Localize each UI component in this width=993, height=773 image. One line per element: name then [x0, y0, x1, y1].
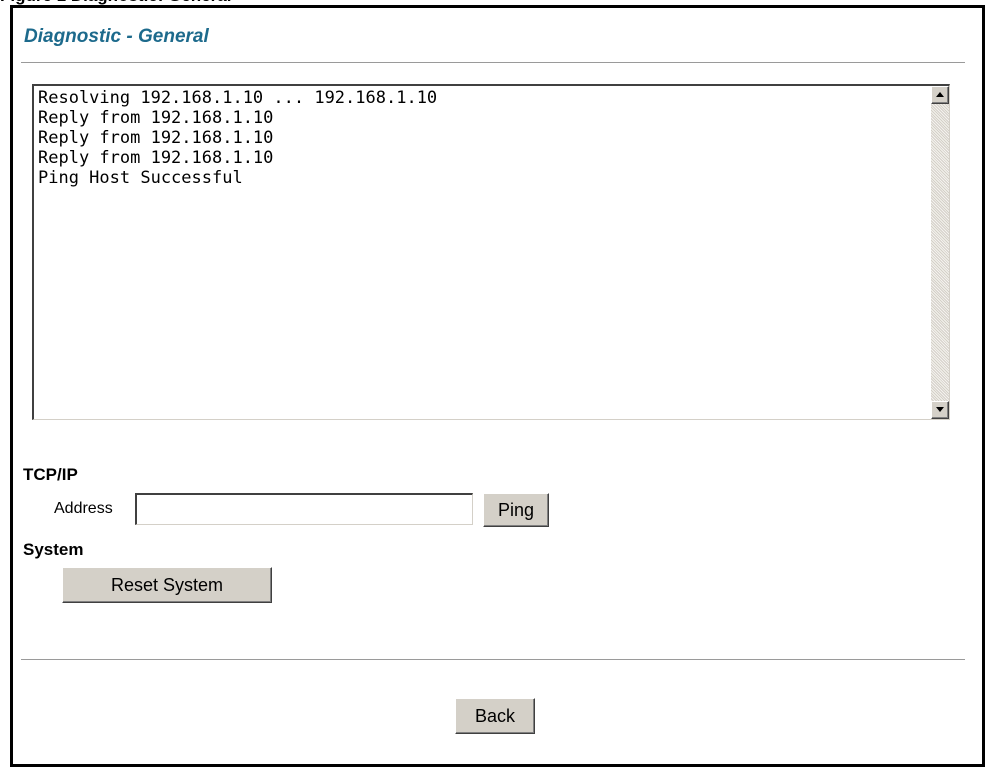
page-title: Diagnostic - General: [24, 26, 209, 47]
reset-system-button[interactable]: Reset System: [62, 567, 272, 603]
top-divider: [21, 62, 965, 64]
bottom-divider: [21, 659, 965, 661]
scroll-down-button[interactable]: [931, 401, 949, 419]
diagnostic-log-text: Resolving 192.168.1.10 ... 192.168.1.10 R…: [38, 88, 927, 417]
log-line: Reply from 192.168.1.10: [38, 148, 274, 168]
log-scrollbar[interactable]: [931, 86, 949, 419]
ping-button[interactable]: Ping: [483, 493, 549, 527]
scroll-up-button[interactable]: [931, 86, 949, 104]
scroll-up-arrow-icon: [936, 92, 944, 97]
log-line: Reply from 192.168.1.10: [38, 128, 274, 148]
scroll-down-arrow-icon: [936, 407, 944, 412]
system-heading: System: [23, 540, 84, 559]
address-input[interactable]: [135, 493, 473, 525]
log-line: Ping Host Successful: [38, 168, 243, 188]
log-line: Resolving 192.168.1.10 ... 192.168.1.10: [38, 88, 438, 108]
back-button[interactable]: Back: [455, 698, 535, 734]
diagnostic-log-textarea[interactable]: Resolving 192.168.1.10 ... 192.168.1.10 R…: [32, 84, 950, 420]
address-label: Address: [54, 500, 113, 517]
log-line: Reply from 192.168.1.10: [38, 108, 274, 128]
tcpip-heading: TCP/IP: [23, 465, 78, 484]
